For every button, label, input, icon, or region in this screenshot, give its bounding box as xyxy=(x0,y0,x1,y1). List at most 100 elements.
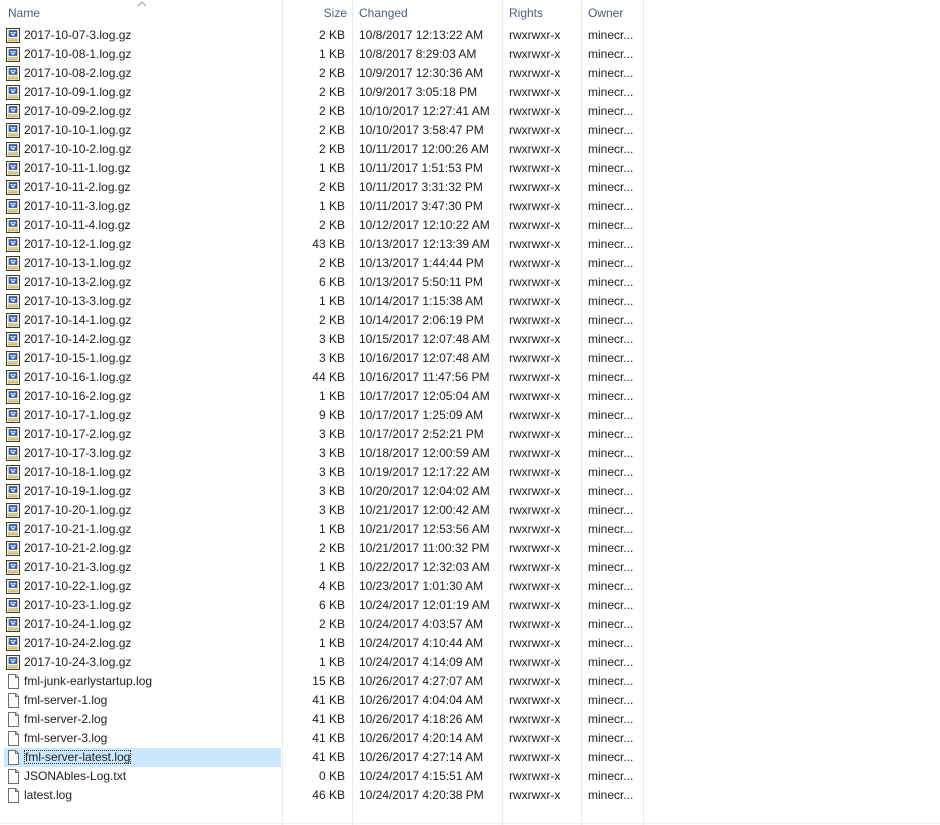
file-rights: rwxrwxr-x xyxy=(509,560,561,574)
file-size: 3 KB xyxy=(318,465,345,479)
file-row[interactable]: 2017-10-16-2.log.gz 1 KB 10/17/2017 12:05:… xyxy=(0,387,644,406)
file-rights: rwxrwxr-x xyxy=(509,427,561,441)
file-owner: minecr... xyxy=(588,123,634,137)
file-owner: minecr... xyxy=(588,142,634,156)
column-header-rights[interactable]: Rights xyxy=(509,0,579,26)
file-rights: rwxrwxr-x xyxy=(509,503,561,517)
file-list-view[interactable]: Name Size Changed Rights Owner 2017-10-0… xyxy=(0,0,940,825)
file-name: fml-server-1.log xyxy=(24,693,108,707)
file-row[interactable]: 2017-10-24-3.log.gz 1 KB 10/24/2017 4:14:0… xyxy=(0,653,644,672)
file-changed: 10/14/2017 1:15:38 AM xyxy=(359,294,484,308)
file-rights: rwxrwxr-x xyxy=(509,598,561,612)
file-changed: 10/12/2017 12:10:22 AM xyxy=(359,218,490,232)
file-row[interactable]: latest.log 46 KB 10/24/2017 4:20:38 PM rwxr… xyxy=(0,786,644,805)
file-row[interactable]: 2017-10-14-1.log.gz 2 KB 10/14/2017 2:06:1… xyxy=(0,311,644,330)
file-changed: 10/24/2017 4:03:57 AM xyxy=(359,617,484,631)
file-row[interactable]: 2017-10-09-1.log.gz 2 KB 10/9/2017 3:05:18… xyxy=(0,83,644,102)
file-row[interactable]: 2017-10-13-1.log.gz 2 KB 10/13/2017 1:44:4… xyxy=(0,254,644,273)
file-name: 2017-10-13-2.log.gz xyxy=(24,275,132,289)
file-changed: 10/13/2017 1:44:44 PM xyxy=(359,256,484,270)
file-row[interactable]: 2017-10-15-1.log.gz 3 KB 10/16/2017 12:07:… xyxy=(0,349,644,368)
file-size: 6 KB xyxy=(318,275,345,289)
file-size: 3 KB xyxy=(318,427,345,441)
file-size: 2 KB xyxy=(318,180,345,194)
text-file-icon xyxy=(5,768,21,785)
file-row[interactable]: 2017-10-14-2.log.gz 3 KB 10/15/2017 12:07:… xyxy=(0,330,644,349)
file-changed: 10/26/2017 4:27:14 AM xyxy=(359,750,484,764)
file-row[interactable]: 2017-10-21-3.log.gz 1 KB 10/22/2017 12:32:… xyxy=(0,558,644,577)
text-file-icon xyxy=(5,787,21,804)
file-row[interactable]: 2017-10-10-2.log.gz 2 KB 10/11/2017 12:00:… xyxy=(0,140,644,159)
file-row[interactable]: 2017-10-16-1.log.gz 44 KB 10/16/2017 11:47… xyxy=(0,368,644,387)
file-row[interactable]: 2017-10-21-1.log.gz 1 KB 10/21/2017 12:53:… xyxy=(0,520,644,539)
file-changed: 10/26/2017 4:18:26 AM xyxy=(359,712,484,726)
file-row[interactable]: fml-server-latest.log 41 KB 10/26/2017 4:2… xyxy=(0,748,644,767)
file-name: 2017-10-13-3.log.gz xyxy=(24,294,132,308)
file-row[interactable]: 2017-10-10-1.log.gz 2 KB 10/10/2017 3:58:4… xyxy=(0,121,644,140)
file-size: 1 KB xyxy=(318,47,345,61)
file-row[interactable]: 2017-10-08-2.log.gz 2 KB 10/9/2017 12:30:3… xyxy=(0,64,644,83)
archive-icon xyxy=(5,103,21,120)
archive-icon xyxy=(5,293,21,310)
file-size: 1 KB xyxy=(318,161,345,175)
file-name: 2017-10-21-3.log.gz xyxy=(24,560,132,574)
file-changed: 10/17/2017 12:05:04 AM xyxy=(359,389,490,403)
file-rights: rwxrwxr-x xyxy=(509,313,561,327)
file-owner: minecr... xyxy=(588,218,634,232)
file-row[interactable]: 2017-10-17-2.log.gz 3 KB 10/17/2017 2:52:2… xyxy=(0,425,644,444)
file-rights: rwxrwxr-x xyxy=(509,370,561,384)
file-name: 2017-10-21-2.log.gz xyxy=(24,541,132,555)
file-changed: 10/11/2017 3:47:30 PM xyxy=(359,199,483,213)
file-name: fml-junk-earlystartup.log xyxy=(24,674,153,688)
archive-icon xyxy=(5,217,21,234)
file-row[interactable]: 2017-10-24-1.log.gz 2 KB 10/24/2017 4:03:5… xyxy=(0,615,644,634)
file-name: latest.log xyxy=(24,788,73,802)
file-row[interactable]: 2017-10-18-1.log.gz 3 KB 10/19/2017 12:17:… xyxy=(0,463,644,482)
file-row[interactable]: 2017-10-17-1.log.gz 9 KB 10/17/2017 1:25:0… xyxy=(0,406,644,425)
column-header-owner[interactable]: Owner xyxy=(588,0,642,26)
file-size: 44 KB xyxy=(312,370,345,384)
file-name: 2017-10-10-2.log.gz xyxy=(24,142,132,156)
file-row[interactable]: fml-server-2.log 41 KB 10/26/2017 4:18:26 … xyxy=(0,710,644,729)
file-row[interactable]: 2017-10-13-3.log.gz 1 KB 10/14/2017 1:15:3… xyxy=(0,292,644,311)
file-row[interactable]: 2017-10-24-2.log.gz 1 KB 10/24/2017 4:10:4… xyxy=(0,634,644,653)
file-row[interactable]: fml-server-3.log 41 KB 10/26/2017 4:20:14 … xyxy=(0,729,644,748)
file-row[interactable]: 2017-10-22-1.log.gz 4 KB 10/23/2017 1:01:3… xyxy=(0,577,644,596)
file-owner: minecr... xyxy=(588,161,634,175)
file-row[interactable]: 2017-10-19-1.log.gz 3 KB 10/20/2017 12:04:… xyxy=(0,482,644,501)
file-name: 2017-10-17-1.log.gz xyxy=(24,408,132,422)
column-header-changed[interactable]: Changed xyxy=(359,0,499,26)
file-row[interactable]: JSONAbles-Log.txt 0 KB 10/24/2017 4:15:51 … xyxy=(0,767,644,786)
file-row[interactable]: 2017-10-21-2.log.gz 2 KB 10/21/2017 11:00:… xyxy=(0,539,644,558)
file-rights: rwxrwxr-x xyxy=(509,750,561,764)
file-changed: 10/23/2017 1:01:30 AM xyxy=(359,579,484,593)
file-row[interactable]: fml-junk-earlystartup.log 15 KB 10/26/2017… xyxy=(0,672,644,691)
file-row[interactable]: 2017-10-20-1.log.gz 3 KB 10/21/2017 12:00:… xyxy=(0,501,644,520)
file-row[interactable]: 2017-10-11-2.log.gz 2 KB 10/11/2017 3:31:3… xyxy=(0,178,644,197)
file-row[interactable]: 2017-10-17-3.log.gz 3 KB 10/18/2017 12:00:… xyxy=(0,444,644,463)
file-row[interactable]: 2017-10-08-1.log.gz 1 KB 10/8/2017 8:29:03… xyxy=(0,45,644,64)
file-size: 2 KB xyxy=(318,256,345,270)
file-row[interactable]: 2017-10-11-4.log.gz 2 KB 10/12/2017 12:10:… xyxy=(0,216,644,235)
file-size: 2 KB xyxy=(318,142,345,156)
file-rights: rwxrwxr-x xyxy=(509,28,561,42)
file-owner: minecr... xyxy=(588,408,634,422)
file-row[interactable]: 2017-10-07-3.log.gz 2 KB 10/8/2017 12:13:2… xyxy=(0,26,644,45)
file-changed: 10/24/2017 4:15:51 AM xyxy=(359,769,484,783)
file-size: 1 KB xyxy=(318,655,345,669)
file-row[interactable]: 2017-10-11-3.log.gz 1 KB 10/11/2017 3:47:3… xyxy=(0,197,644,216)
file-rights: rwxrwxr-x xyxy=(509,465,561,479)
file-owner: minecr... xyxy=(588,731,634,745)
file-row[interactable]: 2017-10-11-1.log.gz 1 KB 10/11/2017 1:51:5… xyxy=(0,159,644,178)
file-changed: 10/24/2017 4:20:38 PM xyxy=(359,788,484,802)
file-row[interactable]: fml-server-1.log 41 KB 10/26/2017 4:04:04 … xyxy=(0,691,644,710)
file-row[interactable]: 2017-10-23-1.log.gz 6 KB 10/24/2017 12:01:… xyxy=(0,596,644,615)
file-owner: minecr... xyxy=(588,617,634,631)
file-row[interactable]: 2017-10-09-2.log.gz 2 KB 10/10/2017 12:27:… xyxy=(0,102,644,121)
file-owner: minecr... xyxy=(588,674,634,688)
file-row[interactable]: 2017-10-13-2.log.gz 6 KB 10/13/2017 5:50:1… xyxy=(0,273,644,292)
file-owner: minecr... xyxy=(588,541,634,555)
column-header-size[interactable]: Size xyxy=(284,0,347,26)
file-row[interactable]: 2017-10-12-1.log.gz 43 KB 10/13/2017 12:13… xyxy=(0,235,644,254)
file-size: 1 KB xyxy=(318,636,345,650)
